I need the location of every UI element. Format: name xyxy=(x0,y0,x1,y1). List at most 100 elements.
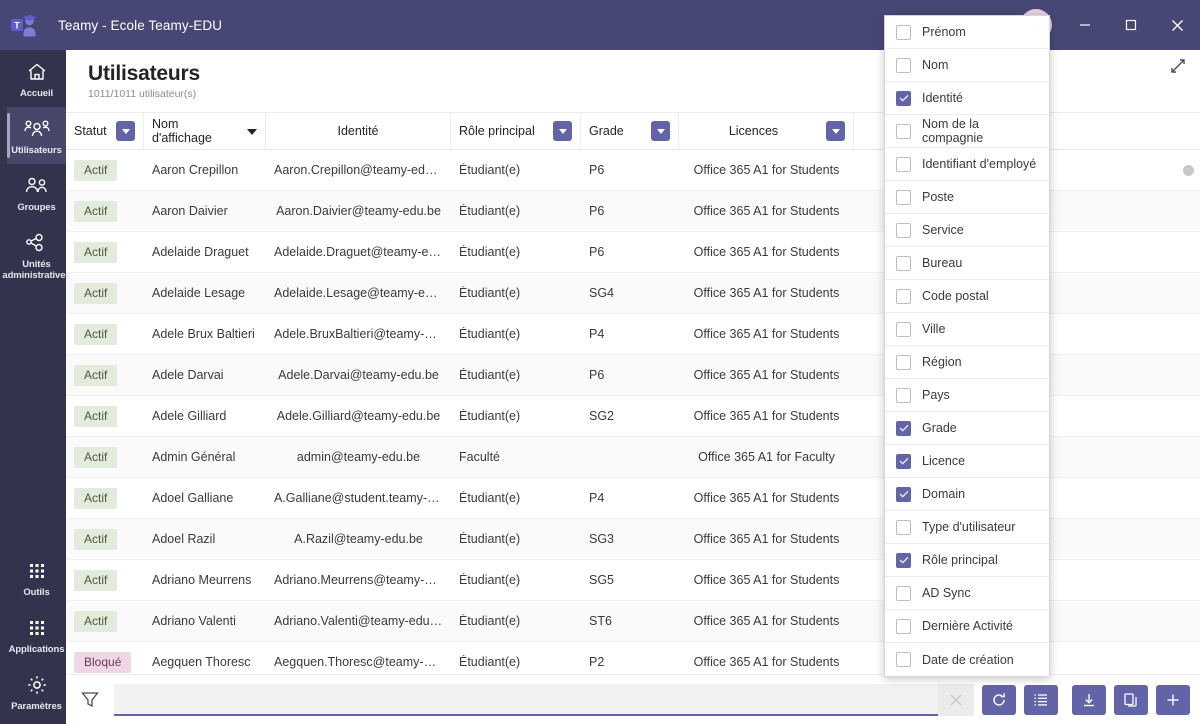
column-menu-item[interactable]: Prénom xyxy=(885,16,1049,49)
column-menu-item[interactable]: Ville xyxy=(885,313,1049,346)
column-menu-item[interactable]: AD Sync xyxy=(885,577,1049,610)
column-header-statut[interactable]: Statut xyxy=(66,113,144,149)
cell-grade: SG5 xyxy=(589,573,615,587)
column-menu-item[interactable]: Code postal xyxy=(885,280,1049,313)
cell-statut: Actif xyxy=(66,487,144,509)
search-input[interactable] xyxy=(124,691,928,706)
column-menu-item[interactable]: Région xyxy=(885,346,1049,379)
checkbox-unchecked-icon[interactable] xyxy=(896,189,911,205)
checkbox-checked-icon[interactable] xyxy=(896,453,911,469)
filter-dropdown-role[interactable] xyxy=(553,121,572,141)
checkbox-unchecked-icon[interactable] xyxy=(896,255,911,271)
column-menu-item[interactable]: Service xyxy=(885,214,1049,247)
sidebar-item-accueil[interactable]: Accueil xyxy=(7,50,66,107)
column-menu-item[interactable]: Date de création xyxy=(885,643,1049,676)
apps-grid-icon xyxy=(27,615,47,641)
column-menu-item-label: Nom de la compagnie xyxy=(922,117,984,145)
checkbox-checked-icon[interactable] xyxy=(896,420,911,436)
checkbox-unchecked-icon[interactable] xyxy=(896,519,911,535)
cell-licences: Office 365 A1 for Students xyxy=(693,491,840,505)
checkbox-unchecked-icon[interactable] xyxy=(896,387,911,403)
column-menu-item[interactable]: Poste xyxy=(885,181,1049,214)
expand-diagonal-icon[interactable] xyxy=(1168,56,1188,76)
cell-nom: Adele Darvai xyxy=(152,368,224,382)
column-menu-item[interactable]: Bureau xyxy=(885,247,1049,280)
checkbox-unchecked-icon[interactable] xyxy=(896,123,911,139)
column-header-licences[interactable]: Licences xyxy=(679,113,854,149)
funnel-icon[interactable] xyxy=(80,689,102,711)
column-menu-item[interactable]: Licence xyxy=(885,445,1049,478)
cell-nom: Adele Brux Baltieri xyxy=(152,327,255,341)
background-window-strip xyxy=(0,40,7,724)
checkbox-checked-icon[interactable] xyxy=(896,552,911,568)
column-menu-item[interactable]: Identifiant d'employé xyxy=(885,148,1049,181)
column-menu-item-label: Licence xyxy=(922,454,966,468)
maximize-button[interactable] xyxy=(1108,0,1154,50)
column-menu-item-label: Code postal xyxy=(922,289,989,303)
cell-identite: A.Razil@teamy-edu.be xyxy=(294,532,423,546)
export-download-button[interactable] xyxy=(1072,684,1106,715)
cell-identite: Adelaide.Draguet@teamy-edu.be xyxy=(274,245,451,259)
column-header-nom-daffichage[interactable]: Nom d'affichage xyxy=(144,113,266,149)
filter-dropdown-statut[interactable] xyxy=(116,121,135,141)
status-badge: Actif xyxy=(74,200,118,222)
cell-statut: Actif xyxy=(66,446,144,468)
checkbox-unchecked-icon[interactable] xyxy=(896,354,911,370)
cell-grade: P6 xyxy=(589,204,605,218)
cell-grade: P4 xyxy=(589,491,605,505)
sidebar-item-utilisateurs[interactable]: Utilisateurs xyxy=(7,107,66,164)
status-badge: Actif xyxy=(74,159,118,181)
column-menu-item[interactable]: Rôle principal xyxy=(885,544,1049,577)
checkbox-unchecked-icon[interactable] xyxy=(896,585,911,601)
column-menu-item[interactable]: Nom de la compagnie xyxy=(885,115,1049,148)
vertical-scrollbar-thumb[interactable] xyxy=(1183,165,1194,176)
checkbox-checked-icon[interactable] xyxy=(896,486,911,502)
column-menu-item[interactable]: Grade xyxy=(885,412,1049,445)
column-menu-item-label: Rôle principal xyxy=(922,553,998,567)
checkbox-unchecked-icon[interactable] xyxy=(896,156,911,172)
cell-identite: Adele.Gilliard@teamy-edu.be xyxy=(276,409,441,423)
cell-grade: P2 xyxy=(589,655,605,669)
sidebar-item-outils[interactable]: Outils xyxy=(7,549,66,606)
column-menu-item[interactable]: Domain xyxy=(885,478,1049,511)
checkbox-unchecked-icon[interactable] xyxy=(896,618,911,634)
cell-grade: P4 xyxy=(589,327,605,341)
sidebar-item-applications[interactable]: Applications xyxy=(7,606,66,663)
users-icon xyxy=(23,116,50,142)
sidebar-item-unites-administratives[interactable]: Unités administratives xyxy=(2,221,71,289)
columns-list-button[interactable] xyxy=(1024,684,1058,715)
column-menu-item-label: Identité xyxy=(922,91,964,105)
filter-dropdown-grade[interactable] xyxy=(651,121,670,141)
column-header-role-principal[interactable]: Rôle principal xyxy=(451,113,581,149)
cell-licences: Office 365 A1 for Students xyxy=(693,532,840,546)
checkbox-unchecked-icon[interactable] xyxy=(896,321,911,337)
search-box[interactable] xyxy=(114,683,938,716)
checkbox-unchecked-icon[interactable] xyxy=(896,57,911,73)
column-header-identite[interactable]: Identité xyxy=(266,113,451,149)
filter-dropdown-licences[interactable] xyxy=(826,121,845,141)
sidebar-item-groupes[interactable]: Groupes xyxy=(7,164,66,221)
checkbox-checked-icon[interactable] xyxy=(896,90,911,106)
clear-search-button[interactable] xyxy=(938,683,974,716)
cell-statut: Bloqué xyxy=(66,651,144,673)
checkbox-unchecked-icon[interactable] xyxy=(896,24,911,40)
column-header-grade[interactable]: Grade xyxy=(581,113,679,149)
column-menu-item[interactable]: Nom xyxy=(885,49,1049,82)
cell-nom: Adriano Meurrens xyxy=(152,573,252,587)
column-menu-item[interactable]: Pays xyxy=(885,379,1049,412)
sidebar-item-parametres[interactable]: Paramètres xyxy=(7,663,66,720)
column-menu-item[interactable]: Type d'utilisateur xyxy=(885,511,1049,544)
column-menu-item[interactable]: Identité xyxy=(885,82,1049,115)
checkbox-unchecked-icon[interactable] xyxy=(896,288,911,304)
refresh-button[interactable] xyxy=(982,684,1016,715)
add-user-button[interactable] xyxy=(1156,684,1190,715)
column-menu-item[interactable]: Dernière Activité xyxy=(885,610,1049,643)
checkbox-unchecked-icon[interactable] xyxy=(896,652,911,667)
close-button[interactable] xyxy=(1154,0,1200,50)
cell-role: Étudiant(e) xyxy=(459,286,521,300)
status-badge: Actif xyxy=(74,405,118,427)
minimize-button[interactable] xyxy=(1062,0,1108,50)
checkbox-unchecked-icon[interactable] xyxy=(896,222,911,238)
duplicate-copy-button[interactable] xyxy=(1114,684,1148,715)
status-badge: Actif xyxy=(74,323,118,345)
